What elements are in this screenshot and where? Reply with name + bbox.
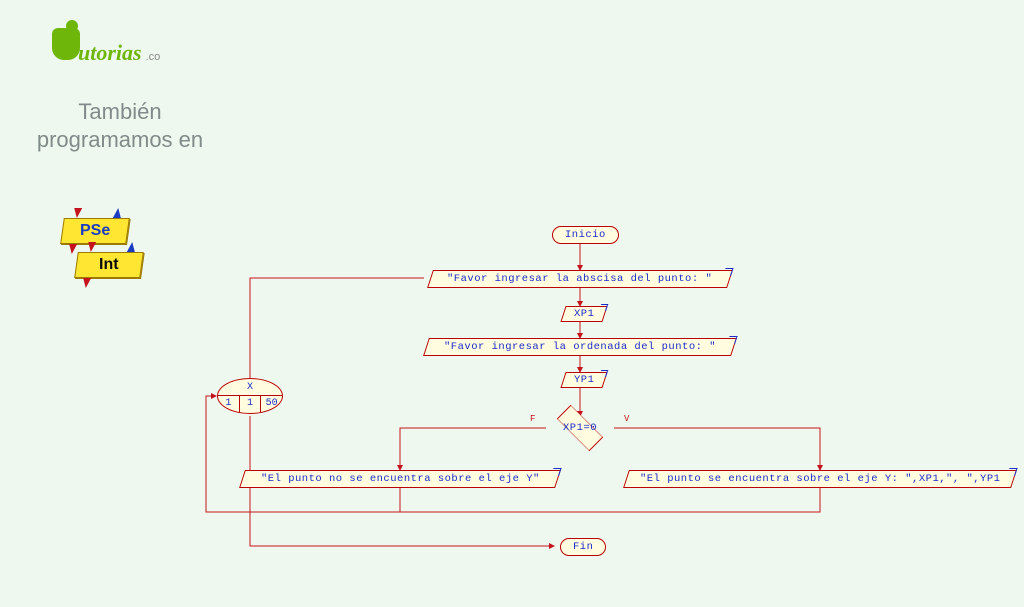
- output-false: "El punto no se encuentra sobre el eje Y…: [239, 470, 561, 488]
- end-terminal: Fin: [560, 538, 606, 556]
- loop-from: 1: [218, 396, 240, 413]
- int-ribbon: Int: [74, 252, 144, 278]
- prompt-y-text: "Favor ingresar la ordenada del punto: ": [444, 341, 716, 353]
- tool-ribbons: PSe Int: [62, 218, 142, 286]
- read-y-text: YP1: [574, 374, 594, 386]
- pse-label: PSe: [80, 222, 110, 240]
- end-label: Fin: [573, 541, 593, 553]
- flowchart: F V Inicio "Favor ingresar la abscisa de…: [180, 220, 1020, 600]
- decision-node: XP1=0: [545, 416, 615, 440]
- read-y-input: YP1: [560, 372, 608, 388]
- start-label: Inicio: [565, 229, 606, 241]
- brand-logo: utorias .co: [52, 28, 160, 66]
- pse-ribbon: PSe: [60, 218, 130, 244]
- logo-mark-icon: [52, 28, 80, 60]
- prompt-x-text: "Favor ingresar la abscisa del punto: ": [447, 273, 712, 285]
- output-true-text: "El punto se encuentra sobre el eje Y: "…: [640, 473, 1000, 485]
- logo-subtext: .co: [146, 51, 161, 63]
- decision-text: XP1=0: [563, 422, 597, 434]
- start-terminal: Inicio: [552, 226, 619, 244]
- loop-var: X: [218, 379, 282, 396]
- read-x-text: XP1: [574, 308, 594, 320]
- decision-false-label: F: [530, 414, 535, 424]
- output-true: "El punto se encuentra sobre el eje Y: "…: [623, 470, 1017, 488]
- tagline-text: También programamos en: [30, 98, 210, 153]
- prompt-x-output: "Favor ingresar la abscisa del punto: ": [427, 270, 733, 288]
- output-false-text: "El punto no se encuentra sobre el eje Y…: [261, 473, 540, 485]
- loop-counter: X 1 1 50: [217, 378, 283, 414]
- read-x-input: XP1: [560, 306, 608, 322]
- prompt-y-output: "Favor ingresar la ordenada del punto: ": [423, 338, 737, 356]
- decision-true-label: V: [624, 414, 629, 424]
- logo-text: utorias: [78, 40, 142, 66]
- loop-step: 1: [240, 396, 262, 413]
- int-label: Int: [99, 256, 119, 274]
- loop-to: 50: [261, 396, 282, 413]
